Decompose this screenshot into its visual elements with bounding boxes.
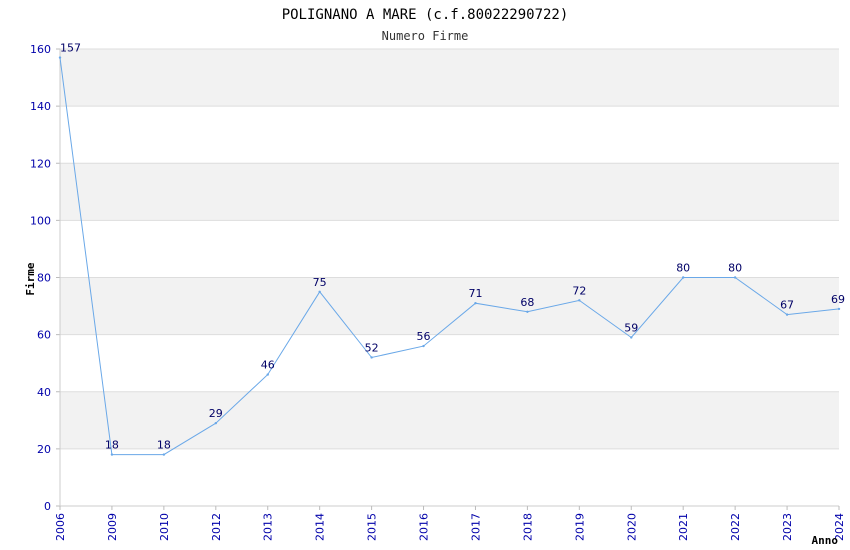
- data-point: [370, 356, 373, 359]
- line-chart: POLIGNANO A MARE (c.f.80022290722) Numer…: [24, 7, 846, 547]
- data-point: [630, 336, 633, 339]
- data-label: 18: [157, 439, 171, 452]
- x-tick-label: 2009: [106, 513, 119, 541]
- plot-band: [60, 220, 839, 278]
- y-axis-title: Firme: [24, 262, 37, 295]
- data-label: 71: [468, 287, 482, 300]
- x-axis-title: Anno: [812, 534, 839, 547]
- y-tick-label: 100: [30, 214, 51, 227]
- x-tick-label: 2016: [418, 513, 431, 541]
- data-label: 67: [780, 299, 794, 312]
- x-tick-label: 2023: [781, 513, 794, 541]
- data-point: [162, 453, 166, 456]
- data-label: 72: [572, 284, 586, 297]
- data-label: 75: [313, 276, 327, 289]
- data-label: 80: [676, 262, 690, 275]
- x-tick-label: 2015: [366, 513, 379, 541]
- x-tick-label: 2017: [469, 513, 482, 541]
- x-tick-label: 2019: [573, 513, 586, 541]
- plot-band: [60, 106, 839, 164]
- x-tick-label: 2021: [677, 513, 690, 541]
- data-label: 69: [831, 293, 845, 306]
- x-tick-label: 2012: [210, 513, 223, 541]
- data-point: [526, 310, 529, 313]
- y-tick-label: 120: [30, 157, 51, 170]
- data-label: 52: [365, 341, 379, 354]
- plot-band: [60, 163, 839, 221]
- x-axis-ticks: 2006 2009 2010 2012 2013 2014 2015 2016 2017 2018…: [54, 506, 846, 541]
- data-point: [58, 56, 62, 59]
- data-point: [474, 302, 477, 305]
- plot-band: [60, 49, 839, 107]
- plot-band: [60, 448, 839, 506]
- y-tick-label: 80: [37, 272, 51, 285]
- x-tick-label: 2022: [729, 513, 742, 541]
- data-point: [733, 276, 737, 279]
- y-tick-label: 40: [37, 386, 51, 399]
- plot-band: [60, 391, 839, 449]
- data-point: [578, 299, 581, 302]
- data-point: [110, 453, 114, 456]
- data-point: [422, 344, 425, 348]
- x-tick-label: 2014: [314, 513, 327, 541]
- plot-band: [60, 277, 839, 335]
- data-label: 59: [624, 321, 638, 334]
- data-point: [682, 276, 685, 279]
- data-label: 80: [728, 262, 742, 275]
- y-tick-label: 0: [44, 500, 51, 513]
- y-tick-label: 20: [37, 443, 51, 456]
- data-label: 157: [60, 42, 81, 55]
- data-point: [837, 307, 841, 311]
- data-label: 68: [520, 296, 534, 309]
- data-label: 56: [417, 330, 431, 343]
- data-point: [785, 313, 789, 316]
- plot-band: [60, 334, 839, 392]
- x-tick-label: 2020: [625, 513, 638, 541]
- data-label: 46: [261, 359, 275, 372]
- x-tick-label: 2018: [521, 513, 534, 541]
- y-tick-label: 160: [30, 43, 51, 56]
- x-tick-label: 2006: [54, 513, 67, 541]
- y-tick-label: 140: [30, 100, 51, 113]
- y-tick-label: 60: [37, 329, 51, 342]
- chart-title: POLIGNANO A MARE (c.f.80022290722): [282, 7, 569, 23]
- data-point: [266, 373, 269, 376]
- data-label: 18: [105, 439, 119, 452]
- data-point: [318, 290, 321, 293]
- x-tick-label: 2013: [262, 513, 275, 541]
- x-tick-label: 2010: [158, 513, 171, 541]
- data-label: 29: [209, 407, 223, 420]
- data-point: [214, 421, 217, 425]
- chart-subtitle: Numero Firme: [382, 29, 469, 43]
